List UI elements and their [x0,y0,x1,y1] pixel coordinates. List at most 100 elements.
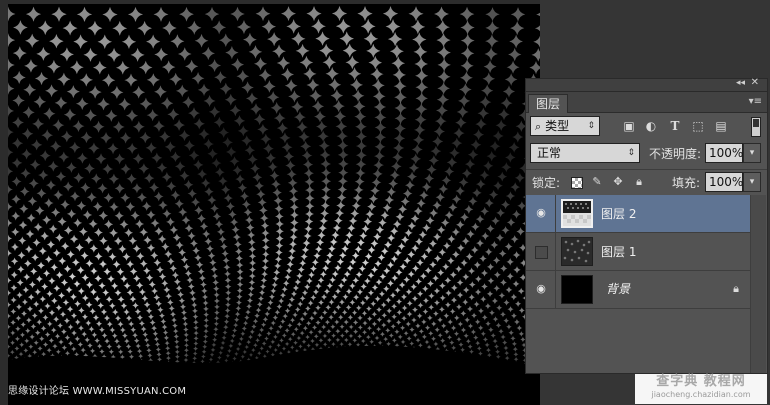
filter-kind-select[interactable]: ⌕ 类型 ⇕ [530,116,600,136]
visibility-toggle-empty[interactable] [535,246,548,259]
halftone-dot [348,216,358,226]
fill-dropdown[interactable]: ▾ [743,172,761,192]
halftone-dot [36,46,51,61]
image-icon[interactable]: ▣ [622,119,636,133]
layer-row-2[interactable]: ◉ 图层 2 [526,195,751,233]
layer-list-scrollbar[interactable] [750,195,766,373]
halftone-dot [235,299,242,306]
halftone-dot [164,340,170,346]
opacity-dropdown[interactable]: ▾ [743,143,761,163]
collapse-icon[interactable]: ◂◂ [736,78,745,88]
halftone-dot [345,288,353,295]
halftone-dot [98,281,106,290]
halftone-dot [190,295,197,303]
layer-name[interactable]: 图层 2 [601,205,636,222]
halftone-dot [486,263,495,271]
halftone-dot [157,306,164,313]
halftone-dot [179,170,190,181]
halftone-dot [302,311,308,317]
halftone-dot [335,337,341,343]
shape-icon[interactable]: ⬚ [691,119,705,133]
halftone-dot [10,271,18,279]
halftone-dot [202,305,209,312]
opacity-field[interactable]: 100% [705,143,743,163]
halftone-dot [396,309,403,316]
layer-row-1[interactable]: 图层 1 [526,233,751,271]
halftone-dot [179,303,187,310]
document-canvas[interactable] [8,4,540,405]
halftone-dot [500,334,506,340]
halftone-dot [149,319,156,326]
halftone-dot [510,21,525,36]
halftone-dot [348,324,354,330]
halftone-dot [469,349,474,355]
halftone-dot [297,266,305,274]
halftone-dot [146,34,161,49]
halftone-dot [178,129,191,142]
halftone-dot [63,108,77,121]
halftone-dot [501,200,511,210]
layer-name[interactable]: 图层 1 [601,243,636,260]
move-icon[interactable]: ✥ [611,175,625,189]
halftone-dot [125,109,139,122]
halftone-dot [259,205,268,215]
halftone-dot [399,325,406,331]
halftone-dot [31,253,40,262]
smart-object-icon[interactable]: ▤ [714,119,728,133]
eye-icon[interactable]: ◉ [534,206,548,220]
filter-toggle[interactable] [751,117,761,137]
halftone-dot [279,292,287,299]
halftone-dot [484,248,493,256]
halftone-dot [296,272,303,280]
halftone-dot [40,325,47,332]
tab-layers[interactable]: 图层 [528,94,569,113]
layer-name[interactable]: 背景 [606,280,630,297]
halftone-dot [237,125,249,137]
halftone-dot [374,259,382,268]
halftone-dot [15,326,21,332]
fill-field[interactable]: 100% [705,172,743,192]
halftone-dot [512,280,520,288]
halftone-dot [179,6,194,22]
halftone-dot [480,269,489,277]
halftone-dot [202,299,209,307]
halftone-dot [316,238,325,247]
halftone-dot [181,315,188,322]
halftone-dot [505,191,516,201]
halftone-dot [430,336,437,342]
halftone-dot [331,293,338,300]
halftone-dot [336,200,346,211]
halftone-dot [236,261,244,269]
halftone-dot [379,273,387,280]
halftone-dot [254,312,260,319]
halftone-dot [62,299,70,306]
halftone-dot [44,302,51,310]
close-icon[interactable]: ✕ [751,77,759,88]
halftone-dot [474,318,481,325]
adjustment-icon[interactable]: ◐ [644,119,658,133]
brush-icon[interactable]: ✎ [590,175,604,189]
halftone-dot [407,221,417,231]
halftone-dot [92,201,103,212]
layer-row-background[interactable]: ◉ 背景 🔒︎ [526,271,751,309]
halftone-dot [468,294,475,301]
halftone-dot [403,256,411,265]
eye-icon[interactable]: ◉ [534,282,548,296]
halftone-dot [260,277,268,284]
blend-mode-select[interactable]: 正常 ⇕ [530,143,640,163]
halftone-dot [114,289,122,297]
halftone-dot [51,207,61,218]
lock-transparent-icon[interactable] [571,177,583,189]
halftone-dot [126,260,135,269]
panel-menu-icon[interactable]: ▾≡ [749,96,762,107]
halftone-dot [57,322,64,329]
lock-icon[interactable]: 🔒︎ [632,175,646,189]
halftone-dot [280,67,295,82]
halftone-dot [27,293,35,301]
halftone-dot [309,89,322,103]
halftone-dot [236,19,252,35]
halftone-dot [204,187,214,197]
halftone-dot [297,301,304,307]
type-icon[interactable]: T [668,119,682,133]
halftone-dot [417,302,424,309]
